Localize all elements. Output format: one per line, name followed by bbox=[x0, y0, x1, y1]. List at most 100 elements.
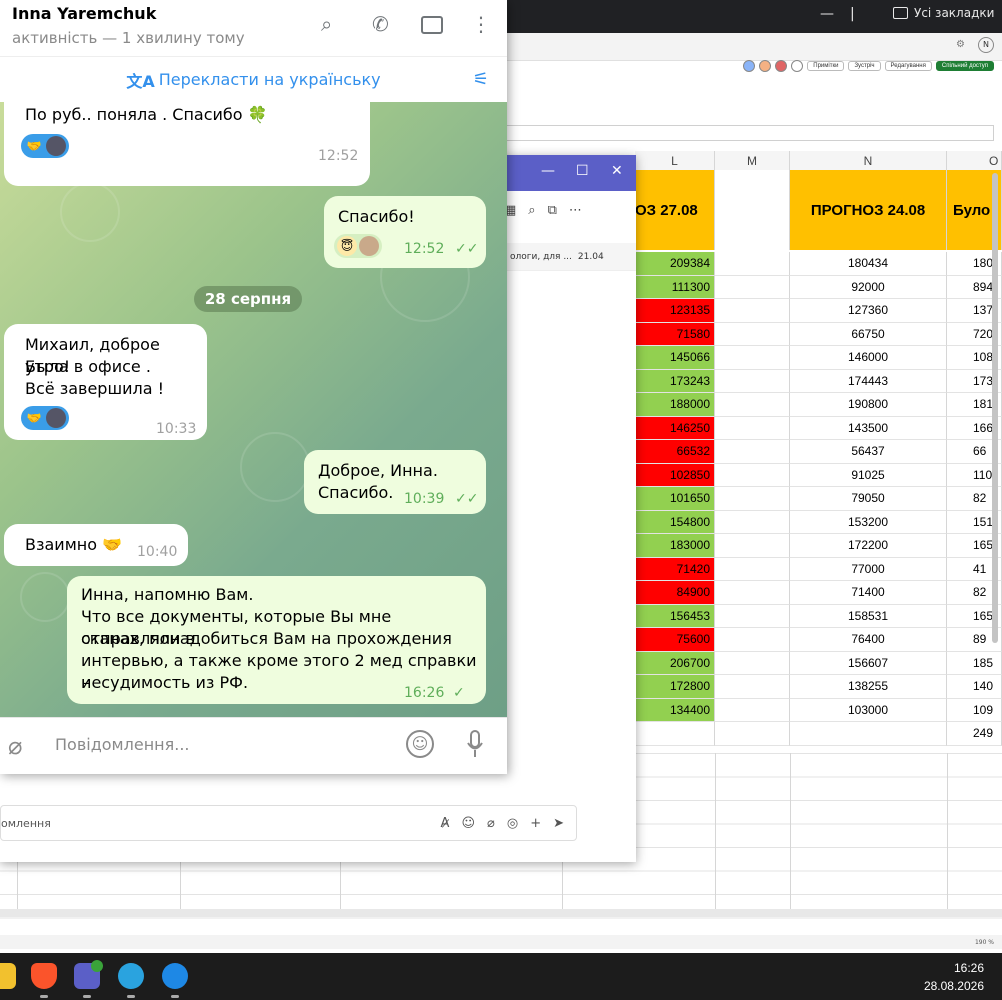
more-options-icon[interactable]: ⋯ bbox=[569, 203, 582, 218]
teams-compose-box[interactable]: омлення A̷ ☺ ⌀ ◎ + ➤ bbox=[0, 805, 577, 841]
all-bookmarks-button[interactable]: Усі закладки bbox=[893, 6, 994, 20]
emoji-icon[interactable]: ☺ bbox=[406, 730, 434, 758]
emoji-icon[interactable]: ☺ bbox=[461, 816, 475, 831]
cell-n[interactable]: 143500 bbox=[790, 416, 947, 440]
message-input[interactable]: Повідомлення... bbox=[55, 735, 190, 754]
reaction-badge[interactable]: 😇 bbox=[334, 234, 382, 258]
cell-m[interactable] bbox=[715, 369, 790, 393]
cell-l[interactable]: 154800 bbox=[635, 510, 715, 534]
cell-l[interactable]: 146250 bbox=[635, 416, 715, 440]
meet-button[interactable]: Зустріч bbox=[848, 61, 881, 71]
cell-m[interactable] bbox=[715, 628, 790, 652]
outgoing-message[interactable]: Инна, напомню Вам. Что все документы, ко… bbox=[67, 576, 486, 704]
profile-avatar[interactable]: N bbox=[978, 37, 994, 53]
format-icon[interactable]: A̷ bbox=[441, 816, 450, 831]
cell-m[interactable] bbox=[715, 322, 790, 346]
cell-m[interactable] bbox=[715, 487, 790, 511]
cell-o[interactable]: 185 bbox=[947, 651, 1002, 675]
cell-l[interactable]: 66532 bbox=[635, 440, 715, 464]
loop-icon[interactable]: ◎ bbox=[507, 816, 518, 831]
zoom-level[interactable]: 190 % bbox=[975, 939, 994, 946]
cell-m[interactable] bbox=[715, 440, 790, 464]
settings-icon[interactable]: ⚙ bbox=[956, 39, 965, 50]
cell-n[interactable]: 146000 bbox=[790, 346, 947, 370]
cell-l[interactable]: 123135 bbox=[635, 299, 715, 323]
cell-n[interactable]: 180434 bbox=[790, 252, 947, 276]
header-cell-m[interactable] bbox=[715, 170, 790, 250]
chat-list-item[interactable]: ологи, для ... 21.04 bbox=[500, 243, 636, 271]
cell-m[interactable] bbox=[715, 275, 790, 299]
cell-o[interactable]: 140 bbox=[947, 675, 1002, 699]
cell-m[interactable] bbox=[715, 675, 790, 699]
outgoing-message[interactable]: Спасибо! 😇 12:52 ✓✓ bbox=[324, 196, 486, 268]
cell-o[interactable]: 249 bbox=[947, 722, 1002, 746]
cell-o[interactable]: 109 bbox=[947, 698, 1002, 722]
sidebar-toggle-icon[interactable] bbox=[421, 16, 443, 34]
vertical-scrollbar[interactable] bbox=[992, 173, 998, 643]
cell-n[interactable]: 190800 bbox=[790, 393, 947, 417]
column-header-n[interactable]: N bbox=[790, 151, 947, 171]
cell-m[interactable] bbox=[715, 510, 790, 534]
cell-l[interactable]: 102850 bbox=[635, 463, 715, 487]
paperclip-icon[interactable]: ⌀ bbox=[8, 732, 22, 760]
cell-m[interactable] bbox=[715, 346, 790, 370]
cell-l[interactable]: 183000 bbox=[635, 534, 715, 558]
cell-m[interactable] bbox=[715, 722, 790, 746]
cell-l[interactable]: 188000 bbox=[635, 393, 715, 417]
chat-header[interactable]: Inna Yaremchuk активність — 1 хвилину то… bbox=[0, 0, 507, 56]
cell-n[interactable]: 77000 bbox=[790, 557, 947, 581]
attach-icon[interactable]: ⌀ bbox=[487, 816, 495, 831]
cell-n[interactable]: 174443 bbox=[790, 369, 947, 393]
search-icon[interactable]: ⌕ bbox=[528, 203, 535, 218]
cell-n[interactable]: 103000 bbox=[790, 698, 947, 722]
cell-l[interactable]: 134400 bbox=[635, 698, 715, 722]
avatar[interactable] bbox=[775, 60, 788, 72]
phone-icon[interactable]: ✆ bbox=[372, 12, 389, 36]
cell-n[interactable]: 127360 bbox=[790, 299, 947, 323]
avatar[interactable] bbox=[759, 60, 772, 72]
column-header-l[interactable]: L bbox=[635, 151, 715, 171]
cell-m[interactable] bbox=[715, 299, 790, 323]
cell-m[interactable] bbox=[715, 463, 790, 487]
more-options-icon[interactable]: ⋮ bbox=[471, 12, 491, 36]
cell-n[interactable]: 158531 bbox=[790, 604, 947, 628]
translate-settings-icon[interactable]: ⚟ bbox=[473, 69, 489, 90]
cell-l[interactable] bbox=[635, 722, 715, 746]
cell-l[interactable]: 206700 bbox=[635, 651, 715, 675]
telegram-icon[interactable] bbox=[118, 963, 144, 989]
cell-n[interactable]: 92000 bbox=[790, 275, 947, 299]
minimize-icon[interactable]: — bbox=[541, 163, 555, 179]
microphone-icon[interactable] bbox=[466, 730, 484, 760]
minimize-icon[interactable]: — bbox=[820, 6, 834, 22]
cell-m[interactable] bbox=[715, 581, 790, 605]
reaction-badge[interactable]: 🤝 bbox=[21, 134, 69, 158]
screen-share-icon[interactable]: ⧉ bbox=[548, 203, 557, 218]
cell-n[interactable]: 156607 bbox=[790, 651, 947, 675]
cell-m[interactable] bbox=[715, 416, 790, 440]
incoming-message[interactable]: Взаимно 🤝 10:40 bbox=[4, 524, 188, 566]
cell-l[interactable]: 145066 bbox=[635, 346, 715, 370]
cell-l[interactable]: 209384 bbox=[635, 252, 715, 276]
cell-l[interactable]: 84900 bbox=[635, 581, 715, 605]
share-button[interactable]: Спільний доступ bbox=[935, 61, 994, 71]
system-clock[interactable]: 16:26 28.08.2026 bbox=[924, 959, 984, 995]
cell-m[interactable] bbox=[715, 252, 790, 276]
cell-n[interactable]: 138255 bbox=[790, 675, 947, 699]
send-icon[interactable]: ➤ bbox=[553, 816, 564, 831]
cell-l[interactable]: 172800 bbox=[635, 675, 715, 699]
maximize-icon[interactable]: ☐ bbox=[576, 163, 589, 179]
cell-l[interactable]: 75600 bbox=[635, 628, 715, 652]
cell-n[interactable]: 71400 bbox=[790, 581, 947, 605]
outgoing-message[interactable]: Доброе, Инна. Спасибо. 10:39 ✓✓ bbox=[304, 450, 486, 514]
cell-n[interactable] bbox=[790, 722, 947, 746]
cell-n[interactable]: 91025 bbox=[790, 463, 947, 487]
column-header-o[interactable]: O bbox=[947, 151, 1002, 171]
reaction-badge[interactable]: 🤝 bbox=[21, 406, 69, 430]
incoming-message[interactable]: По руб.. поняла . Спасибо 🍀 🤝 12:52 bbox=[4, 102, 370, 186]
avatar[interactable] bbox=[791, 60, 804, 72]
cell-n[interactable]: 172200 bbox=[790, 534, 947, 558]
edit-mode-button[interactable]: Редагування bbox=[884, 61, 932, 71]
plus-icon[interactable]: + bbox=[530, 816, 541, 831]
cell-l[interactable]: 111300 bbox=[635, 275, 715, 299]
cell-l[interactable]: 71580 bbox=[635, 322, 715, 346]
